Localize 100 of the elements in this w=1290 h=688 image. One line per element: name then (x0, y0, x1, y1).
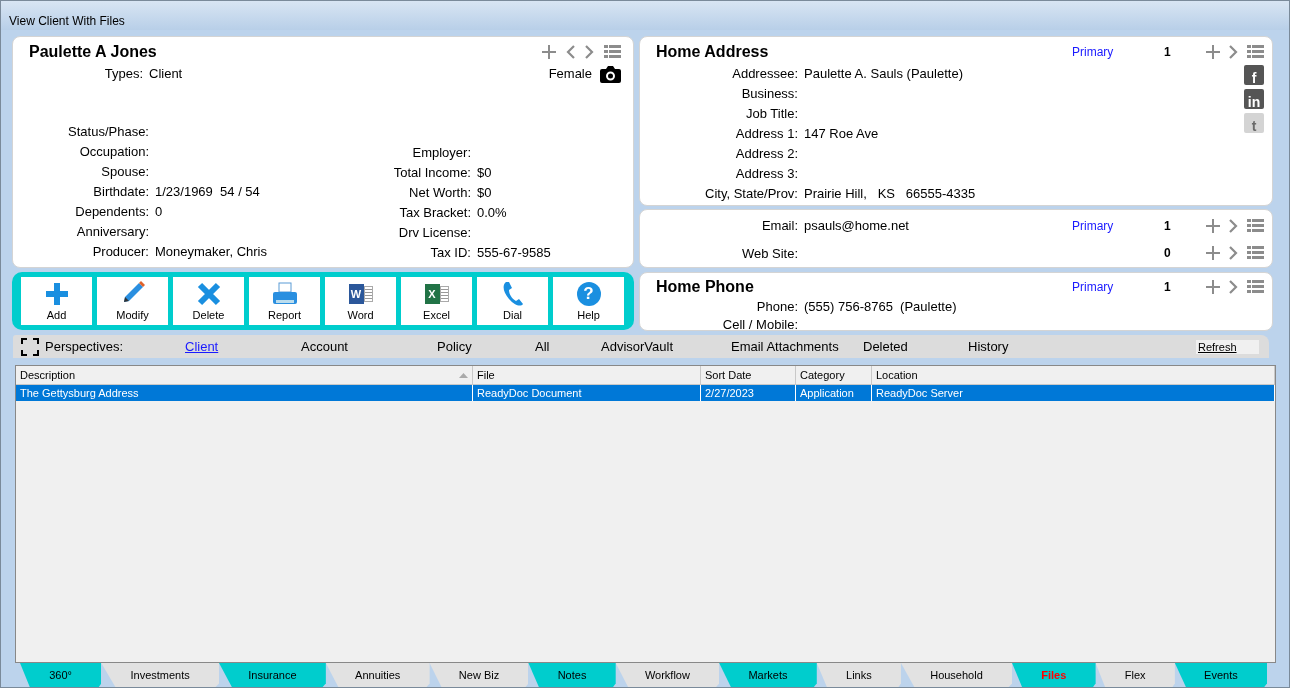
record-count: 1 (1164, 280, 1172, 294)
module-tab[interactable]: Events (1174, 663, 1267, 687)
phone-icon (501, 280, 524, 306)
table-cell: ReadyDoc Document (473, 385, 701, 401)
primary-link[interactable]: Primary (1072, 45, 1164, 59)
field-label: Business: (740, 85, 799, 101)
printer-icon (271, 282, 298, 306)
list-icon[interactable] (1247, 218, 1264, 233)
field-label: Dependents: (74, 203, 150, 219)
module-tab[interactable]: Markets (719, 663, 817, 687)
add-icon[interactable] (1206, 45, 1220, 59)
module-tab[interactable]: Notes (528, 663, 616, 687)
module-tab[interactable]: Household (900, 663, 1013, 687)
perspective-link[interactable]: AdvisorVault (601, 339, 731, 354)
add-icon[interactable] (1206, 218, 1220, 233)
column-header[interactable]: Category (796, 366, 872, 384)
field-value: 1/23/1969 54 / 54 (155, 183, 260, 199)
field-label: Tax ID: (429, 244, 472, 260)
field-label: Drv License: (397, 224, 472, 240)
module-tab[interactable]: Links (816, 663, 901, 687)
column-header[interactable]: Description (16, 366, 473, 384)
field-value: Paulette A. Sauls (Paulette) (804, 65, 963, 81)
module-tab[interactable]: Flex (1095, 663, 1175, 687)
list-icon[interactable] (1247, 45, 1264, 59)
field-label: Types: (104, 65, 144, 81)
add-icon[interactable] (1206, 246, 1220, 261)
field-label: Addressee: (731, 65, 799, 81)
table-cell: 2/27/2023 (701, 385, 796, 401)
field-label: Job Title: (744, 105, 799, 121)
field-value: 0 (155, 203, 163, 219)
module-tab[interactable]: 360° (20, 663, 102, 687)
expand-icon[interactable] (21, 337, 39, 356)
perspective-link[interactable]: Policy (437, 339, 535, 354)
toolbar-button[interactable]: ? Help (553, 277, 624, 325)
field-label: Address 1: (734, 125, 799, 141)
column-header[interactable]: Location (872, 366, 1275, 384)
module-tab[interactable]: Workflow (615, 663, 720, 687)
field-value: $0 (477, 184, 492, 200)
record-count: 0 (1164, 246, 1172, 261)
next-icon[interactable] (585, 45, 594, 59)
social-icon[interactable]: f (1244, 65, 1264, 85)
column-header[interactable]: Sort Date (701, 366, 796, 384)
add-icon[interactable] (542, 45, 556, 59)
primary-link[interactable]: Primary (1072, 218, 1114, 233)
field-label: Spouse: (100, 163, 150, 179)
list-icon[interactable] (604, 45, 621, 59)
field-label: Producer: (91, 243, 150, 259)
field-label: Employer: (411, 144, 472, 160)
table-cell: Application (796, 385, 872, 401)
column-header[interactable]: File (473, 366, 701, 384)
toolbar-button[interactable]: Add (21, 277, 92, 325)
perspective-link[interactable]: Account (301, 339, 437, 354)
toolbar-button[interactable]: Report (249, 277, 320, 325)
next-icon[interactable] (1229, 45, 1238, 59)
perspective-link[interactable]: Deleted (863, 339, 968, 354)
social-icon[interactable]: in (1244, 89, 1264, 109)
field-value: Moneymaker, Chris (155, 243, 267, 259)
module-tab[interactable]: Investments (101, 663, 220, 687)
field-label: Web Site: (740, 245, 799, 261)
next-icon[interactable] (1229, 218, 1238, 233)
field-label: Status/Phase: (67, 123, 150, 139)
camera-icon[interactable] (600, 65, 621, 83)
table-row[interactable]: The Gettysburg Address ReadyDoc Document 2/27/2023 Application ReadyDoc Server (16, 385, 1275, 401)
perspective-link[interactable]: History (968, 339, 1048, 354)
help-icon: ? (576, 282, 601, 306)
list-icon[interactable] (1247, 280, 1264, 294)
field-value: Client (149, 65, 183, 81)
toolbar-button[interactable]: Delete (173, 277, 244, 325)
module-tab[interactable]: Insurance (219, 663, 326, 687)
field-label: Address 3: (734, 165, 799, 181)
add-icon[interactable] (1206, 280, 1220, 294)
primary-link[interactable]: Primary (1072, 280, 1164, 294)
record-count: 1 (1164, 45, 1172, 59)
perspective-link[interactable]: Client (185, 339, 301, 354)
field-value: $0 (477, 164, 492, 180)
field-label: Tax Bracket: (398, 204, 472, 220)
card-title: Home Address (656, 43, 770, 61)
perspective-link[interactable]: Email Attachments (731, 339, 863, 354)
list-icon[interactable] (1247, 246, 1264, 261)
window-title: View Client With Files (9, 14, 125, 28)
toolbar-button[interactable]: Dial (477, 277, 548, 325)
plus-icon (44, 282, 69, 306)
field-value: Prairie Hill, KS 66555-4335 (804, 185, 976, 201)
toolbar-button[interactable]: X Excel (401, 277, 472, 325)
table-cell: ReadyDoc Server (872, 385, 1275, 401)
previous-icon[interactable] (566, 45, 575, 59)
next-icon[interactable] (1229, 280, 1238, 294)
field-label: Cell / Mobile: (721, 316, 799, 332)
module-tab[interactable]: Annuities (325, 663, 430, 687)
perspective-link[interactable]: All (535, 339, 601, 354)
field-label: Address 2: (734, 145, 799, 161)
next-icon[interactable] (1229, 246, 1238, 261)
perspectives-label: Perspectives: (45, 339, 125, 354)
client-name: Paulette A Jones (29, 43, 158, 61)
field-value: (555) 756-8765 (Paulette) (804, 298, 957, 314)
toolbar-button[interactable]: W Word (325, 277, 396, 325)
toolbar-button[interactable]: Modify (97, 277, 168, 325)
module-tab[interactable]: New Biz (429, 663, 529, 687)
refresh-button[interactable]: Refresh (1196, 339, 1259, 354)
field-label: Phone: (755, 298, 799, 314)
